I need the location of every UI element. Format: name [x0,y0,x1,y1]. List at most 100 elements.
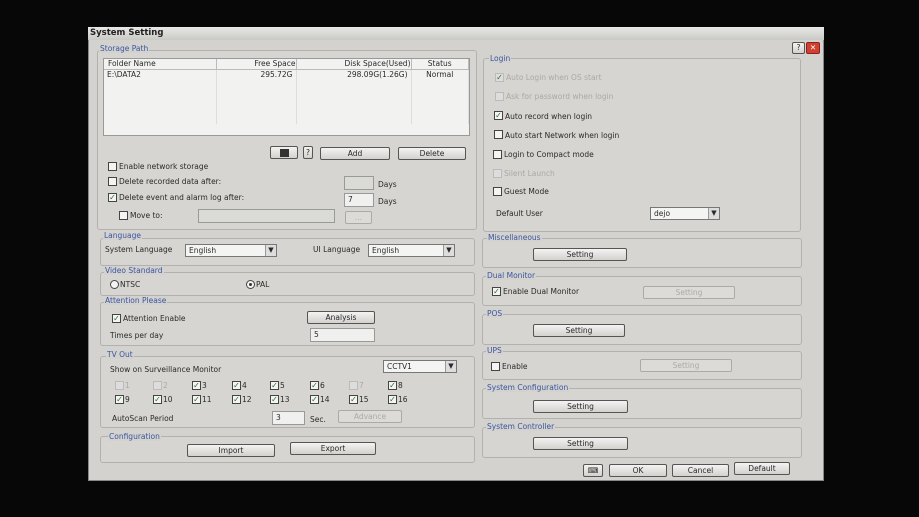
default-user-value: dejo [654,209,671,218]
days-label: Days [378,197,397,206]
enable-dual-monitor-label: Enable Dual Monitor [503,287,580,296]
channel-4-label: 4 [242,381,247,390]
storage-table[interactable]: Folder Name Free Space Disk Space(Used) Sta… [103,58,470,136]
channel-2-checkbox[interactable] [153,381,162,390]
guest-mode-checkbox[interactable] [493,187,502,196]
sec-label: Sec. [310,415,326,424]
dual-monitor-setting-button[interactable]: Setting [643,286,735,299]
delete-event-checkbox[interactable]: ✓ [108,193,117,202]
channel-5-checkbox[interactable]: ✓ [270,381,279,390]
default-user-label: Default User [496,209,543,218]
times-per-day-label: Times per day [110,331,164,340]
times-per-day-input[interactable]: 5 [310,328,375,342]
advance-button[interactable]: Advance [338,410,402,423]
configuration-label: Configuration [108,432,161,441]
delete-button[interactable]: Delete [398,147,466,160]
system-language-select[interactable]: English ▼ [185,244,277,257]
col-folder-name[interactable]: Folder Name [104,59,217,70]
help-button[interactable]: ? [792,42,805,54]
channel-7-label: 7 [359,381,364,390]
table-row[interactable]: E:\DATA2 295.72G 298.09G(1.26G) Normal [104,69,469,80]
channel-3-checkbox[interactable]: ✓ [192,381,201,390]
compact-mode-checkbox[interactable] [493,150,502,159]
chevron-down-icon: ▼ [708,208,719,219]
ups-enable-checkbox[interactable] [491,362,500,371]
silent-launch-checkbox[interactable] [493,169,502,178]
channel-4-checkbox[interactable]: ✓ [232,381,241,390]
move-to-input[interactable] [198,209,335,223]
chevron-down-icon: ▼ [443,245,454,256]
channel-13-label: 13 [280,395,290,404]
pos-setting-button[interactable]: Setting [533,324,625,337]
delete-event-label: Delete event and alarm log after: [119,193,245,202]
export-button[interactable]: Export [290,442,376,455]
import-button[interactable]: Import [187,444,275,457]
ask-password-checkbox[interactable] [495,92,504,101]
default-button[interactable]: Default [734,462,790,475]
pos-label: POS [486,309,504,318]
pal-label: PAL [256,280,270,289]
delete-recorded-days-input[interactable] [344,176,374,190]
disk-icon-button[interactable] [270,146,298,159]
channel-11-checkbox[interactable]: ✓ [192,395,201,404]
pal-radio[interactable] [246,280,255,289]
ok-button[interactable]: OK [609,464,667,477]
storage-help-button[interactable]: ? [303,146,313,159]
keyboard-button[interactable]: ⌨ [583,464,603,477]
channel-16-checkbox[interactable]: ✓ [388,395,397,404]
channel-7-checkbox[interactable] [349,381,358,390]
system-controller-setting-button[interactable]: Setting [533,437,628,450]
enable-network-storage-checkbox[interactable] [108,162,117,171]
move-to-checkbox[interactable] [119,211,128,220]
disk-icon [280,149,289,157]
analysis-button[interactable]: Analysis [307,311,375,324]
channel-15-checkbox[interactable]: ✓ [349,395,358,404]
keyboard-icon: ⌨ [587,466,599,475]
channel-9-label: 9 [125,395,130,404]
system-configuration-label: System Configuration [486,383,570,392]
days-label: Days [378,180,397,189]
system-configuration-setting-button[interactable]: Setting [533,400,628,413]
miscellaneous-label: Miscellaneous [487,233,542,242]
default-user-select[interactable]: dejo ▼ [650,207,720,220]
col-free-space[interactable]: Free Space [216,59,297,70]
ask-password-label: Ask for password when login [506,92,614,101]
enable-dual-monitor-checkbox[interactable]: ✓ [492,287,501,296]
auto-start-network-checkbox[interactable] [494,130,503,139]
auto-record-checkbox[interactable]: ✓ [494,111,503,120]
cell-folder: E:\DATA2 [104,69,217,80]
ups-setting-button[interactable]: Setting [640,359,732,372]
auto-login-checkbox[interactable]: ✓ [495,73,504,82]
channel-8-checkbox[interactable]: ✓ [388,381,397,390]
attention-enable-checkbox[interactable]: ✓ [112,314,121,323]
ui-language-value: English [372,246,400,255]
cancel-button[interactable]: Cancel [672,464,729,477]
channel-14-checkbox[interactable]: ✓ [310,395,319,404]
delete-recorded-checkbox[interactable] [108,177,117,186]
channel-5-label: 5 [280,381,285,390]
autoscan-period-input[interactable]: 3 [272,411,305,425]
monitor-select[interactable]: CCTV1 ▼ [383,360,457,373]
channel-6-checkbox[interactable]: ✓ [310,381,319,390]
channel-12-checkbox[interactable]: ✓ [232,395,241,404]
video-standard-label: Video Standard [104,266,164,275]
channel-1-checkbox[interactable] [115,381,124,390]
browse-button[interactable]: ... [345,211,372,224]
ui-language-select[interactable]: English ▼ [368,244,455,257]
delete-event-days-input[interactable]: 7 [344,193,374,207]
add-button[interactable]: Add [320,147,390,160]
col-disk-space[interactable]: Disk Space(Used) [296,59,412,70]
close-button[interactable]: ✕ [806,42,820,54]
auto-login-label: Auto Login when OS start [506,73,602,82]
compact-mode-label: Login to Compact mode [504,150,594,159]
system-controller-label: System Controller [486,422,556,431]
attention-enable-label: Attention Enable [123,314,186,323]
tv-out-label: TV Out [106,350,134,359]
channel-13-checkbox[interactable]: ✓ [270,395,279,404]
ntsc-radio[interactable] [110,280,119,289]
channel-10-checkbox[interactable]: ✓ [153,395,162,404]
channel-9-checkbox[interactable]: ✓ [115,395,124,404]
attention-label: Attention Please [104,296,168,305]
misc-setting-button[interactable]: Setting [533,248,627,261]
col-status[interactable]: Status [411,59,469,70]
